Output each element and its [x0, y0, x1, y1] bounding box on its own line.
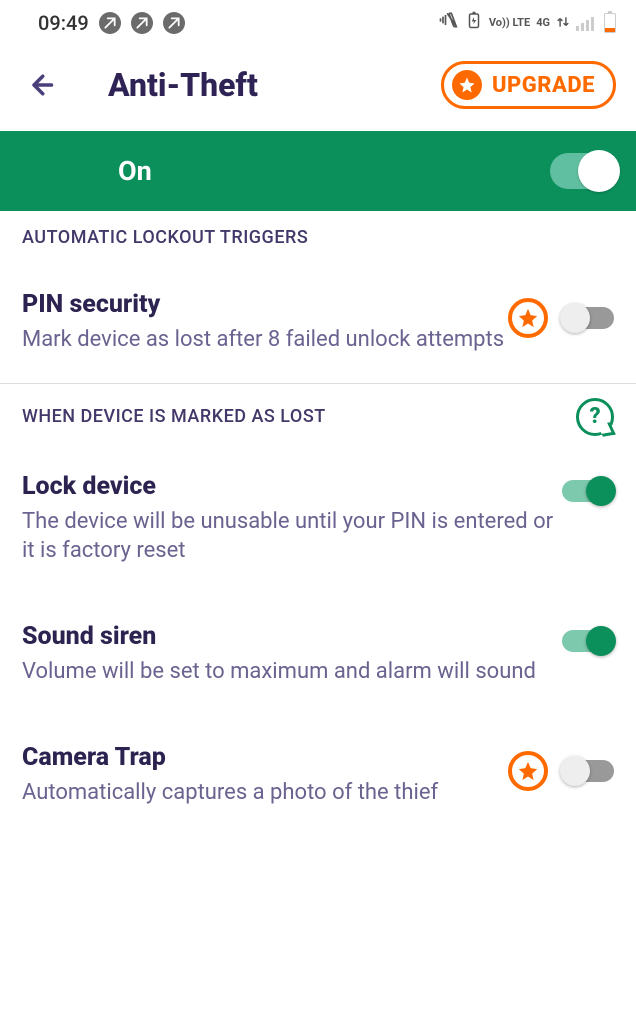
setting-desc: Automatically captures a photo of the th… — [22, 778, 508, 808]
page-title: Anti-Theft — [68, 66, 441, 104]
setting-desc: Volume will be set to maximum and alarm … — [22, 657, 562, 687]
volte-icon: Vo)) LTE — [489, 18, 530, 28]
back-button[interactable] — [28, 70, 68, 100]
master-toggle-label: On — [118, 155, 152, 187]
app-header: Anti-Theft UPGRADE — [0, 43, 636, 131]
upgrade-label: UPGRADE — [492, 73, 595, 98]
setting-desc: The device will be unusable until your P… — [22, 507, 562, 566]
setting-title: Camera Trap — [22, 743, 508, 772]
signal-icon — [576, 15, 594, 31]
premium-star-icon — [508, 751, 548, 791]
setting-title: Sound siren — [22, 622, 562, 651]
setting-lock-device: Lock device The device will be unusable … — [0, 442, 636, 592]
premium-star-icon — [508, 298, 548, 338]
data-arrows-icon — [556, 11, 570, 35]
section-header-lost: WHEN DEVICE IS MARKED AS LOST — [22, 402, 326, 431]
pin-security-switch[interactable] — [562, 307, 614, 329]
setting-desc: Mark device as lost after 8 failed unloc… — [22, 325, 508, 355]
network-label: 4G — [536, 16, 550, 29]
sound-siren-switch[interactable] — [562, 630, 614, 652]
battery-icon — [604, 13, 616, 33]
setting-title: Lock device — [22, 472, 562, 501]
help-icon[interactable]: ? — [576, 398, 614, 436]
power-saver-icon — [465, 10, 483, 35]
setting-camera-trap: Camera Trap Automatically captures a pho… — [0, 713, 636, 834]
master-switch[interactable] — [550, 153, 614, 189]
vibrate-icon — [437, 10, 459, 35]
feature-master-toggle[interactable]: On — [0, 131, 636, 211]
notif-icon-2 — [131, 12, 153, 34]
status-bar: 09:49 Vo)) LTE 4G — [0, 0, 636, 43]
clock: 09:49 — [38, 11, 89, 35]
camera-trap-switch[interactable] — [562, 760, 614, 782]
lock-device-switch[interactable] — [562, 480, 614, 502]
setting-pin-security: PIN security Mark device as lost after 8… — [0, 260, 636, 381]
setting-sound-siren: Sound siren Volume will be set to maximu… — [0, 592, 636, 713]
star-icon — [452, 70, 482, 100]
setting-title: PIN security — [22, 290, 508, 319]
section-header-triggers: AUTOMATIC LOCKOUT TRIGGERS — [0, 211, 636, 260]
notif-icon-3 — [163, 12, 185, 34]
notif-icon-1 — [99, 12, 121, 34]
upgrade-button[interactable]: UPGRADE — [441, 61, 616, 109]
